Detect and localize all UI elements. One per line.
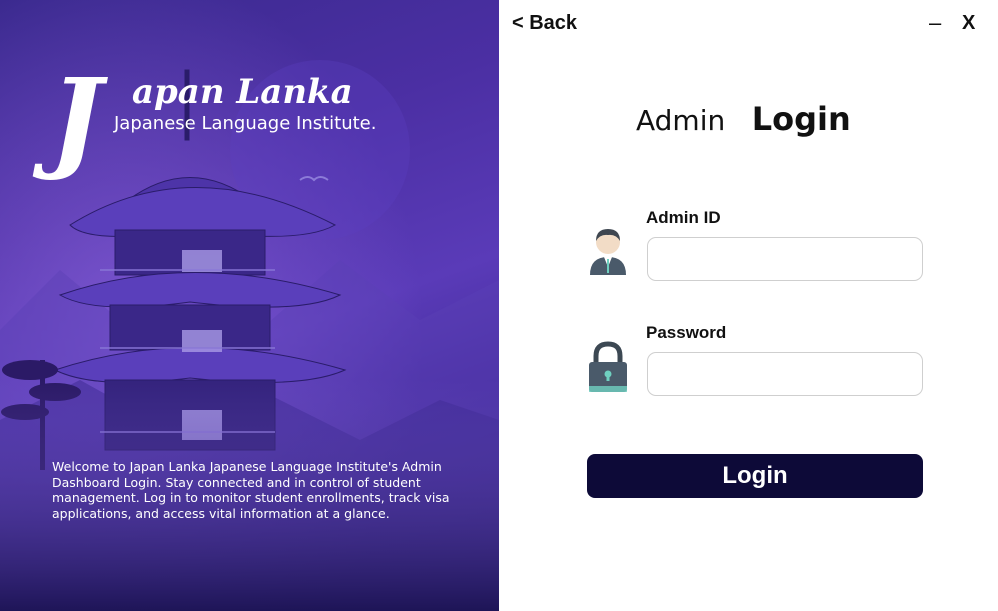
brand-initial: J (50, 54, 103, 183)
title-prefix: Admin (636, 104, 726, 137)
login-button[interactable]: Login (587, 454, 923, 498)
welcome-message: Welcome to Japan Lanka Japanese Language… (52, 459, 450, 521)
brand-subtitle: Japanese Language Institute. (114, 113, 377, 134)
admin-id-input[interactable] (647, 237, 923, 281)
user-avatar-icon (590, 229, 626, 275)
back-button[interactable]: < Back (512, 12, 577, 35)
close-button[interactable]: X (962, 12, 975, 35)
password-input[interactable] (647, 352, 923, 396)
admin-id-label: Admin ID (646, 208, 721, 227)
title-main: Login (751, 100, 851, 138)
minimize-button[interactable]: – (929, 10, 941, 36)
branding-panel: J apan Lanka Japanese Language Institute… (0, 0, 499, 611)
brand-name: apan Lanka (132, 72, 353, 112)
padlock-icon (589, 341, 627, 392)
page-title: Admin Login (636, 100, 851, 138)
password-label: Password (646, 323, 727, 342)
